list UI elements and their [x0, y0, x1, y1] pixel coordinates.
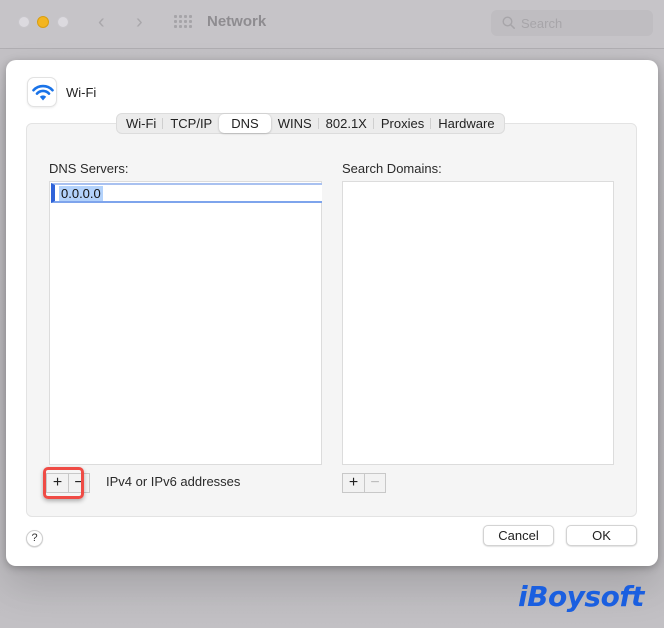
remove-search-domain-button[interactable]: −	[364, 474, 385, 492]
dns-server-entry-value[interactable]: 0.0.0.0	[59, 186, 103, 201]
window-title: Network	[207, 13, 267, 30]
wifi-badge	[27, 77, 57, 107]
search-input[interactable]: Search	[491, 10, 653, 36]
watermark-logo: iBoysoft	[518, 580, 644, 613]
tab-hardware[interactable]: Hardware	[431, 114, 501, 133]
tab-dns[interactable]: DNS	[219, 114, 271, 133]
dns-settings-sheet: Wi-Fi Wi-Fi TCP/IP DNS WINS 802.1X Proxi…	[6, 60, 658, 566]
chevron-right-icon[interactable]: ›	[136, 10, 143, 34]
minimize-window-button[interactable]	[37, 16, 49, 28]
search-domains-add-remove-control: + −	[342, 473, 386, 493]
chevron-left-icon[interactable]: ‹	[98, 10, 105, 34]
tab-wins[interactable]: WINS	[271, 114, 319, 133]
close-window-button[interactable]	[18, 16, 30, 28]
help-button[interactable]: ?	[26, 530, 43, 547]
search-domains-label: Search Domains:	[342, 161, 442, 176]
dns-server-entry-field[interactable]: 0.0.0.0	[51, 183, 322, 203]
window-titlebar: ‹ › Network Search	[0, 0, 664, 49]
wifi-icon	[32, 84, 54, 101]
add-button-highlight	[43, 467, 84, 499]
tab-tcpip[interactable]: TCP/IP	[163, 114, 219, 133]
search-icon	[502, 16, 515, 29]
zoom-window-button[interactable]	[57, 16, 69, 28]
settings-tabs: Wi-Fi TCP/IP DNS WINS 802.1X Proxies Har…	[116, 113, 505, 134]
dns-hint-text: IPv4 or IPv6 addresses	[106, 474, 241, 489]
interface-name: Wi-Fi	[66, 85, 97, 100]
tab-proxies[interactable]: Proxies	[374, 114, 432, 133]
dns-servers-label: DNS Servers:	[49, 161, 129, 176]
ok-button[interactable]: OK	[566, 525, 637, 546]
search-domains-list[interactable]	[342, 181, 614, 465]
add-search-domain-button[interactable]: +	[343, 474, 364, 492]
search-placeholder: Search	[521, 16, 563, 31]
grid-icon[interactable]	[174, 15, 192, 29]
cancel-button[interactable]: Cancel	[483, 525, 554, 546]
tab-8021x[interactable]: 802.1X	[319, 114, 375, 133]
dns-servers-list[interactable]: 0.0.0.0	[49, 181, 322, 465]
tab-wifi[interactable]: Wi-Fi	[119, 114, 164, 133]
